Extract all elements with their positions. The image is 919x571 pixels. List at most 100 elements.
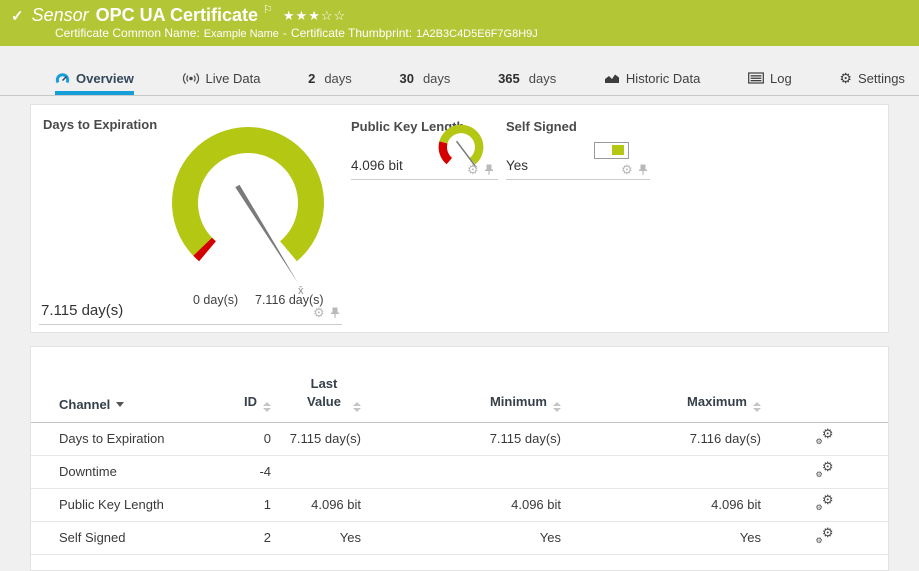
channel-name-cell: Days to Expiration — [31, 422, 231, 455]
channel-id-cell: 2 — [231, 521, 271, 554]
thumbprint-value: 1A2B3C4D5E6F7G8H9J — [416, 28, 538, 40]
tab-day-count: 2 — [308, 71, 315, 86]
channel-last-value-cell: 4.096 bit — [271, 488, 361, 521]
tab-live-data[interactable]: Live Data — [182, 62, 261, 95]
gauge-min-label: 0 day(s) — [193, 293, 238, 307]
tab-day-count: 365 — [498, 71, 520, 86]
table-row: Self Signed 2 Yes Yes Yes ⚙⚙ — [31, 521, 888, 554]
channel-id-cell: 1 — [231, 488, 271, 521]
sort-icon — [753, 402, 761, 412]
tab-365-days[interactable]: 365 days — [498, 62, 556, 95]
tab-overview[interactable]: Overview — [55, 62, 134, 95]
sort-desc-icon — [116, 402, 124, 407]
sensor-overview-page: ✓ Sensor OPC UA Certificate ⚐ ★★★☆☆ Cert… — [0, 0, 919, 571]
pin-icon[interactable] — [330, 307, 340, 318]
tab-label: Settings — [858, 71, 905, 86]
channel-maximum-cell — [561, 455, 761, 488]
tab-label: Live Data — [206, 71, 261, 86]
channel-name-cell: Self Signed — [31, 521, 231, 554]
channel-last-value-cell — [271, 455, 361, 488]
priority-flag-icon[interactable]: ⚐ — [263, 3, 273, 16]
sensor-kind-label: Sensor — [32, 5, 89, 26]
channel-settings-icon[interactable]: ⚙⚙ — [815, 495, 835, 511]
sort-icon — [353, 402, 361, 412]
tab-log[interactable]: Log — [748, 62, 792, 95]
priority-stars[interactable]: ★★★☆☆ — [283, 8, 346, 24]
sensor-tab-bar: Overview Live Data 2 days 30 days 365 da… — [0, 62, 919, 96]
pin-icon[interactable] — [638, 164, 648, 175]
widget-gear-icon[interactable]: ⚙ — [313, 308, 325, 318]
channel-name-cell: Downtime — [31, 455, 231, 488]
channel-last-value-cell: Yes — [271, 521, 361, 554]
widget-gear-icon[interactable]: ⚙ — [621, 165, 633, 175]
widget-actions: ⚙ — [313, 307, 340, 318]
column-label: Channel — [59, 397, 110, 412]
channel-settings-icon[interactable]: ⚙⚙ — [815, 462, 835, 478]
rating-star[interactable]: ★ — [283, 8, 296, 23]
tab-day-count: 30 — [399, 71, 413, 86]
tab-30-days[interactable]: 30 days — [399, 62, 450, 95]
sort-icon — [263, 402, 271, 412]
column-header-id[interactable]: ID — [231, 347, 271, 422]
self-signed-title: Self Signed — [506, 119, 577, 134]
channel-settings-icon[interactable]: ⚙⚙ — [815, 429, 835, 445]
status-ok-check-icon: ✓ — [11, 7, 24, 25]
broadcast-icon — [182, 72, 200, 85]
column-label: Minimum — [490, 394, 547, 409]
channel-minimum-cell: 7.115 day(s) — [361, 422, 561, 455]
column-header-channel[interactable]: Channel — [31, 347, 231, 422]
tab-2-days[interactable]: 2 days — [308, 62, 352, 95]
tab-label: Historic Data — [626, 71, 700, 86]
widget-divider — [351, 179, 498, 180]
channel-maximum-cell: 4.096 bit — [561, 488, 761, 521]
widget-gear-icon[interactable]: ⚙ — [467, 165, 479, 175]
channel-maximum-cell: Yes — [561, 521, 761, 554]
thumbprint-label: Certificate Thumbprint: — [291, 26, 412, 40]
gauges-panel: Days to Expiration x̄ 0 day(s) 7.116 day… — [30, 104, 889, 333]
days-to-expiration-title: Days to Expiration — [43, 117, 157, 132]
pin-icon[interactable] — [484, 164, 494, 175]
tab-historic-data[interactable]: Historic Data — [604, 62, 700, 95]
column-header-minimum[interactable]: Minimum — [361, 347, 561, 422]
subtitle-dash: - — [283, 26, 287, 40]
sensor-title: OPC UA Certificate — [96, 5, 258, 26]
days-to-expiration-gauge: x̄ — [143, 115, 353, 295]
column-header-actions — [761, 347, 888, 422]
public-key-length-value: 4.096 bit — [351, 158, 403, 173]
channels-panel: Channel ID Last Value Minimum Maximum Da… — [30, 346, 889, 571]
rating-star[interactable]: ★ — [308, 8, 321, 23]
channel-maximum-cell: 7.116 day(s) — [561, 422, 761, 455]
channels-table: Channel ID Last Value Minimum Maximum Da… — [31, 347, 888, 555]
sensor-subtitle: Certificate Common Name: Example Name - … — [0, 26, 919, 40]
gear-icon: ⚙ — [839, 72, 852, 84]
column-header-last-value[interactable]: Last Value — [271, 347, 361, 422]
widget-divider — [39, 324, 342, 325]
rating-star[interactable]: ☆ — [321, 8, 334, 23]
sort-icon — [553, 402, 561, 412]
sensor-header-line1: ✓ Sensor OPC UA Certificate ⚐ ★★★☆☆ — [0, 0, 919, 26]
channel-minimum-cell: 4.096 bit — [361, 488, 561, 521]
table-row: Downtime -4 ⚙⚙ — [31, 455, 888, 488]
log-icon — [748, 72, 764, 84]
channel-name-cell: Public Key Length — [31, 488, 231, 521]
common-name-value: Example Name — [204, 28, 279, 40]
rating-star[interactable]: ☆ — [334, 8, 347, 23]
channel-id-cell: 0 — [231, 422, 271, 455]
common-name-label: Certificate Common Name: — [55, 26, 200, 40]
self-signed-value: Yes — [506, 158, 528, 173]
table-row: Days to Expiration 0 7.115 day(s) 7.115 … — [31, 422, 888, 455]
channel-settings-icon[interactable]: ⚙⚙ — [815, 528, 835, 544]
tab-label: Log — [770, 71, 792, 86]
channel-minimum-cell: Yes — [361, 521, 561, 554]
self-signed-indicator-knob — [612, 145, 624, 155]
tab-label: days — [529, 71, 556, 86]
widget-actions: ⚙ — [467, 164, 494, 175]
tab-settings[interactable]: ⚙ Settings — [839, 62, 905, 95]
days-to-expiration-value: 7.115 day(s) — [41, 302, 123, 319]
tab-label: Overview — [76, 71, 134, 86]
column-header-maximum[interactable]: Maximum — [561, 347, 761, 422]
tab-label: days — [324, 71, 351, 86]
rating-star[interactable]: ★ — [296, 8, 309, 23]
channel-id-cell: -4 — [231, 455, 271, 488]
channel-last-value-cell: 7.115 day(s) — [271, 422, 361, 455]
